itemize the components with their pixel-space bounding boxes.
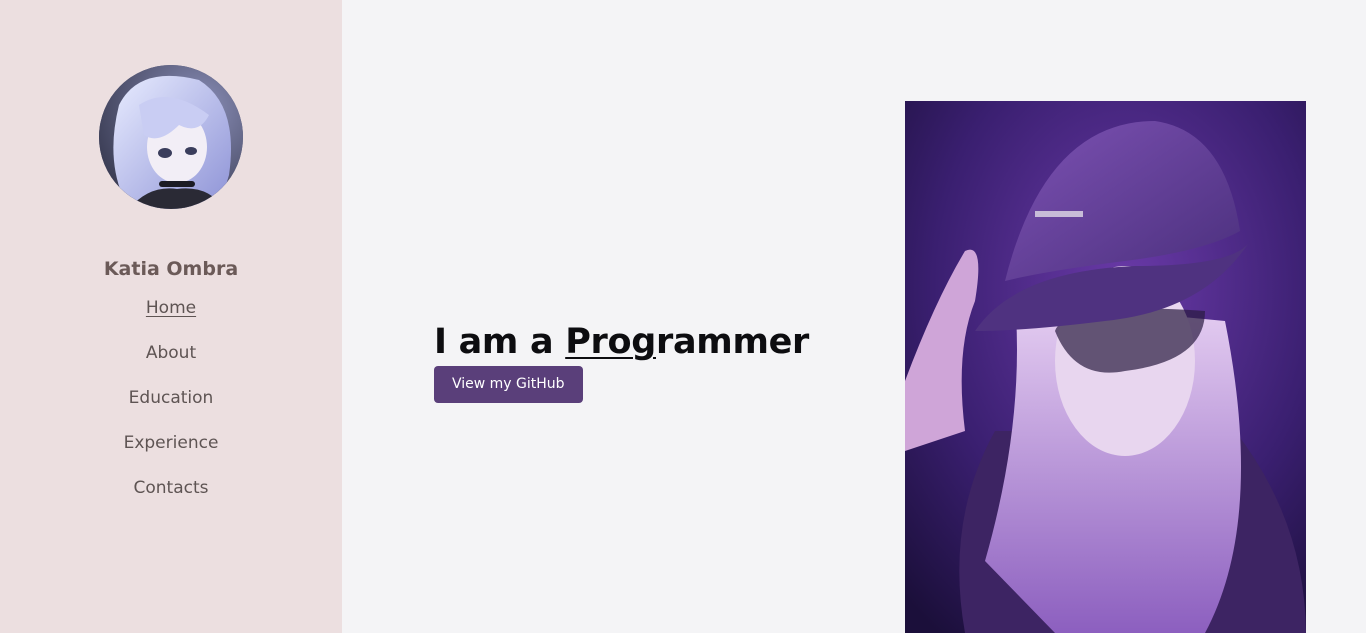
avatar-image xyxy=(99,65,243,209)
nav-contacts[interactable]: Contacts xyxy=(0,475,342,520)
nav-education-label: Education xyxy=(128,388,214,408)
avatar xyxy=(99,65,243,209)
nav-home[interactable]: Home xyxy=(0,295,342,340)
portrait-image xyxy=(905,101,1306,633)
main-content: I am a Programmer View my GitHub xyxy=(342,0,1366,633)
hero-title: I am a Programmer xyxy=(434,322,809,362)
view-github-button[interactable]: View my GitHub xyxy=(434,366,583,403)
nav-contacts-label: Contacts xyxy=(133,478,209,498)
nav-home-label: Home xyxy=(145,298,197,318)
hero: I am a Programmer View my GitHub xyxy=(434,322,809,403)
hero-title-prefix: I am a xyxy=(434,322,566,362)
sidebar: Katia Ombra Home About Education Experie… xyxy=(0,0,342,633)
user-name: Katia Ombra xyxy=(103,258,239,280)
nav-education[interactable]: Education xyxy=(0,385,342,430)
hero-title-typed: Prog xyxy=(565,322,656,362)
nav-experience-label: Experience xyxy=(123,433,219,453)
nav-about-label: About xyxy=(145,343,197,363)
hero-title-rest: rammer xyxy=(656,322,810,362)
sidebar-nav: Home About Education Experience Contacts xyxy=(0,295,342,520)
nav-about[interactable]: About xyxy=(0,340,342,385)
nav-experience[interactable]: Experience xyxy=(0,430,342,475)
page: Katia Ombra Home About Education Experie… xyxy=(0,0,1366,633)
hero-portrait xyxy=(905,101,1306,633)
